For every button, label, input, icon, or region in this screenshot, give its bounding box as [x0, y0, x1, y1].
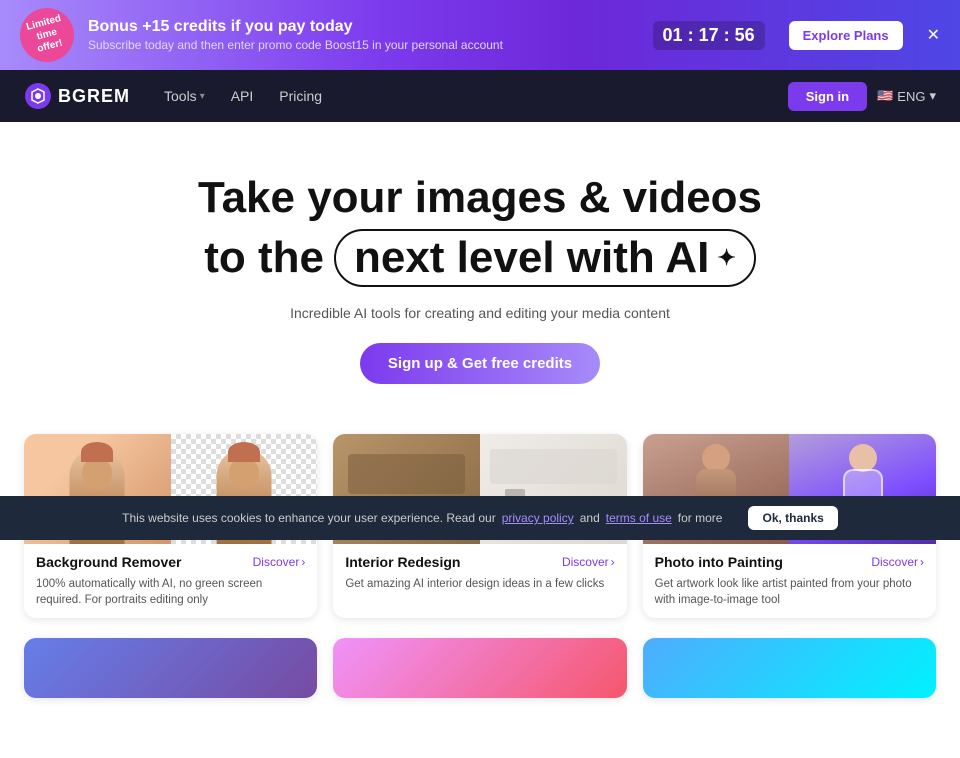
card-title-row: Background Remover Discover › [36, 554, 305, 570]
cookie-banner: This website uses cookies to enhance you… [0, 496, 960, 540]
card-title-row: Interior Redesign Discover › [345, 554, 614, 570]
banner-text: Bonus +15 credits if you pay today Subsc… [88, 18, 639, 52]
card-body: Interior Redesign Discover › Get amazing… [333, 544, 626, 602]
banner-subtitle: Subscribe today and then enter promo cod… [88, 38, 639, 52]
card-partial-image-2 [333, 638, 626, 698]
sign-in-button[interactable]: Sign in [788, 82, 867, 111]
card-partial-2 [333, 638, 626, 698]
nav-tools[interactable]: Tools ▾ [154, 82, 215, 110]
card-partial-image-3 [643, 638, 936, 698]
card-partial-image-1 [24, 638, 317, 698]
privacy-policy-link[interactable]: privacy policy [502, 511, 574, 525]
chevron-down-icon: ▾ [929, 88, 936, 104]
cookie-and: and [580, 511, 600, 525]
card-description: 100% automatically with AI, no green scr… [36, 576, 305, 608]
chevron-right-icon: › [301, 555, 305, 569]
signup-button[interactable]: Sign up & Get free credits [360, 343, 600, 384]
terms-of-use-link[interactable]: terms of use [606, 511, 672, 525]
discover-link[interactable]: Discover › [253, 555, 306, 569]
hero-prefix: to the [204, 233, 324, 283]
card-title: Photo into Painting [655, 554, 783, 570]
logo-text: BGREM [58, 86, 130, 107]
hero-title-line2: to the next level with AI ✦ [20, 229, 940, 287]
discover-link[interactable]: Discover › [562, 555, 615, 569]
cookie-text: This website uses cookies to enhance you… [122, 511, 496, 525]
card-title-row: Photo into Painting Discover › [655, 554, 924, 570]
flag-icon: 🇺🇸 [877, 88, 893, 104]
card-title: Background Remover [36, 554, 181, 570]
nav-api[interactable]: API [221, 82, 264, 110]
hero-section: Take your images & videos to the next le… [0, 122, 960, 414]
card-partial-1 [24, 638, 317, 698]
nav-links: Tools ▾ API Pricing [154, 82, 788, 110]
explore-plans-button[interactable]: Explore Plans [789, 21, 903, 50]
card-partial-3 [643, 638, 936, 698]
hero-title-line1: Take your images & videos [20, 172, 940, 225]
banner-badge: Limited time offer! [14, 2, 80, 68]
hero-subtitle: Incredible AI tools for creating and edi… [270, 305, 690, 321]
ai-icon: ✦ [717, 245, 735, 271]
card-body: Photo into Painting Discover › Get artwo… [643, 544, 936, 618]
card-description: Get amazing AI interior design ideas in … [345, 576, 614, 592]
hero-pill: next level with AI ✦ [334, 229, 756, 287]
navbar: BGREM Tools ▾ API Pricing Sign in 🇺🇸 ENG… [0, 70, 960, 122]
hero-pill-text: next level with AI [354, 233, 709, 283]
chevron-right-icon: › [611, 555, 615, 569]
cookie-ok-button[interactable]: Ok, thanks [748, 506, 837, 530]
close-icon[interactable]: ✕ [927, 25, 940, 45]
discover-link[interactable]: Discover › [871, 555, 924, 569]
banner-timer: 01 : 17 : 56 [653, 21, 765, 50]
card-description: Get artwork look like artist painted fro… [655, 576, 924, 608]
cookie-for-more: for more [678, 511, 723, 525]
chevron-right-icon: › [920, 555, 924, 569]
logo[interactable]: BGREM [24, 82, 130, 110]
nav-right: Sign in 🇺🇸 ENG ▾ [788, 82, 936, 111]
banner-title: Bonus +15 credits if you pay today [88, 18, 639, 36]
language-selector[interactable]: 🇺🇸 ENG ▾ [877, 88, 936, 104]
logo-icon [24, 82, 52, 110]
bottom-cards-row [0, 638, 960, 758]
nav-pricing[interactable]: Pricing [269, 82, 332, 110]
card-body: Background Remover Discover › 100% autom… [24, 544, 317, 618]
promo-banner: Limited time offer! Bonus +15 credits if… [0, 0, 960, 70]
card-title: Interior Redesign [345, 554, 460, 570]
chevron-down-icon: ▾ [200, 91, 205, 102]
